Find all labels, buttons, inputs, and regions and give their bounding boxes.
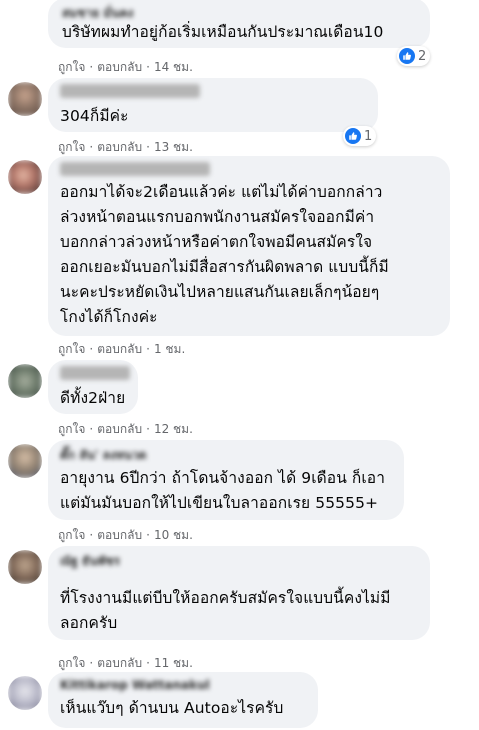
separator-dot: ·: [89, 656, 94, 670]
like-link[interactable]: ถูกใจ: [58, 138, 85, 157]
avatar[interactable]: [8, 550, 42, 584]
separator-dot: ·: [146, 60, 150, 74]
separator-dot: ·: [89, 528, 94, 542]
reply-link[interactable]: ตอบกลับ: [97, 138, 142, 157]
separator-dot: ·: [146, 342, 150, 356]
commenter-name[interactable]: สมชาย มั่นคง: [62, 4, 133, 20]
separator-dot: ·: [146, 656, 150, 670]
separator-dot: ·: [146, 140, 150, 154]
thumbs-up-icon: [399, 48, 415, 64]
timestamp[interactable]: 1 ชม.: [154, 340, 185, 359]
commenter-name-blurred[interactable]: [60, 366, 130, 380]
comment-bubble: 304ก็มีค่ะ: [48, 78, 378, 132]
timestamp[interactable]: 14 ชม.: [154, 58, 193, 77]
reply-link[interactable]: ตอบกลับ: [97, 526, 142, 545]
comment-actions: ถูกใจ · ตอบกลับ · 10 ชม.: [58, 526, 193, 545]
thumbs-up-icon: [345, 128, 361, 144]
avatar[interactable]: [8, 364, 42, 398]
comment-text: 304ก็มีค่ะ: [60, 107, 129, 125]
commenter-name-blurred[interactable]: [60, 84, 200, 98]
avatar[interactable]: [8, 444, 42, 478]
avatar[interactable]: [8, 82, 42, 116]
comment-text: บริษัทผมทำอยู่ก้อเริ่มเหมือนกันประมาณเดื…: [62, 23, 384, 41]
comment-bubble: สมชาย มั่นคง บริษัทผมทำอยู่ก้อเริ่มเหมือ…: [48, 0, 430, 48]
timestamp[interactable]: 11 ชม.: [154, 654, 193, 673]
commenter-name-blurred[interactable]: [60, 162, 210, 176]
comment-bubble: ออกมาได้จะ2เดือนแล้วค่ะ แต่ไม่ได้ค่าบอกก…: [48, 156, 450, 336]
comment-bubble: Kittikarop Wattanakul เห็นแว๊บๆ ด้านบน A…: [48, 672, 318, 728]
comment-actions: ถูกใจ · ตอบกลับ · 12 ชม.: [58, 420, 193, 439]
commenter-name[interactable]: ตั๊ก ลัน' ลงหนวด: [60, 446, 147, 462]
reaction-badge[interactable]: 1: [343, 126, 377, 146]
comment-actions: ถูกใจ · ตอบกลับ · 1 ชม.: [58, 340, 185, 359]
commenter-name[interactable]: Kittikarop Wattanakul: [60, 678, 210, 692]
separator-dot: ·: [146, 528, 150, 542]
timestamp[interactable]: 12 ชม.: [154, 420, 193, 439]
separator-dot: ·: [89, 140, 94, 154]
comment-bubble: ตั๊ก ลัน' ลงหนวด อายุงาน 6ปีกว่า ถ้าโดนจ…: [48, 440, 404, 520]
like-link[interactable]: ถูกใจ: [58, 526, 85, 545]
avatar[interactable]: [8, 160, 42, 194]
comment-actions: ถูกใจ · ตอบกลับ · 14 ชม.: [58, 58, 193, 77]
like-link[interactable]: ถูกใจ: [58, 420, 85, 439]
reaction-count: 1: [364, 128, 373, 144]
separator-dot: ·: [89, 60, 94, 74]
comment-bubble: ดีทั้ง2ฝ่าย: [48, 360, 138, 414]
like-link[interactable]: ถูกใจ: [58, 654, 85, 673]
comment-text: ที่โรงงานมีแต่บีบให้ออกครับสมัครใจแบบนี้…: [60, 589, 391, 632]
separator-dot: ·: [89, 342, 94, 356]
reaction-count: 2: [418, 48, 427, 64]
like-link[interactable]: ถูกใจ: [58, 340, 85, 359]
like-link[interactable]: ถูกใจ: [58, 58, 85, 77]
timestamp[interactable]: 10 ชม.: [154, 526, 193, 545]
reply-link[interactable]: ตอบกลับ: [97, 420, 142, 439]
reply-link[interactable]: ตอบกลับ: [97, 654, 142, 673]
avatar[interactable]: [8, 676, 42, 710]
separator-dot: ·: [89, 422, 94, 436]
timestamp[interactable]: 13 ชม.: [154, 138, 193, 157]
comment-text: ออกมาได้จะ2เดือนแล้วค่ะ แต่ไม่ได้ค่าบอกก…: [60, 183, 389, 326]
reaction-badge[interactable]: 2: [397, 46, 431, 66]
comment-text: เห็นแว๊บๆ ด้านบน Autoอะไรครับ: [60, 699, 284, 717]
comment-actions: ถูกใจ · ตอบกลับ · 11 ชม.: [58, 654, 193, 673]
comment-text: อายุงาน 6ปีกว่า ถ้าโดนจ้างออก ได้ 9เดือน…: [60, 469, 386, 512]
reply-link[interactable]: ตอบกลับ: [97, 58, 142, 77]
comment-actions: ถูกใจ · ตอบกลับ · 13 ชม.: [58, 138, 193, 157]
separator-dot: ·: [146, 422, 150, 436]
comment-text: ดีทั้ง2ฝ่าย: [60, 389, 126, 407]
comment-bubble: ณัฐ ธันพัชร ที่โรงงานมีแต่บีบให้ออกครับส…: [48, 546, 430, 640]
reply-link[interactable]: ตอบกลับ: [97, 340, 142, 359]
commenter-name[interactable]: ณัฐ ธันพัชร: [60, 552, 120, 568]
